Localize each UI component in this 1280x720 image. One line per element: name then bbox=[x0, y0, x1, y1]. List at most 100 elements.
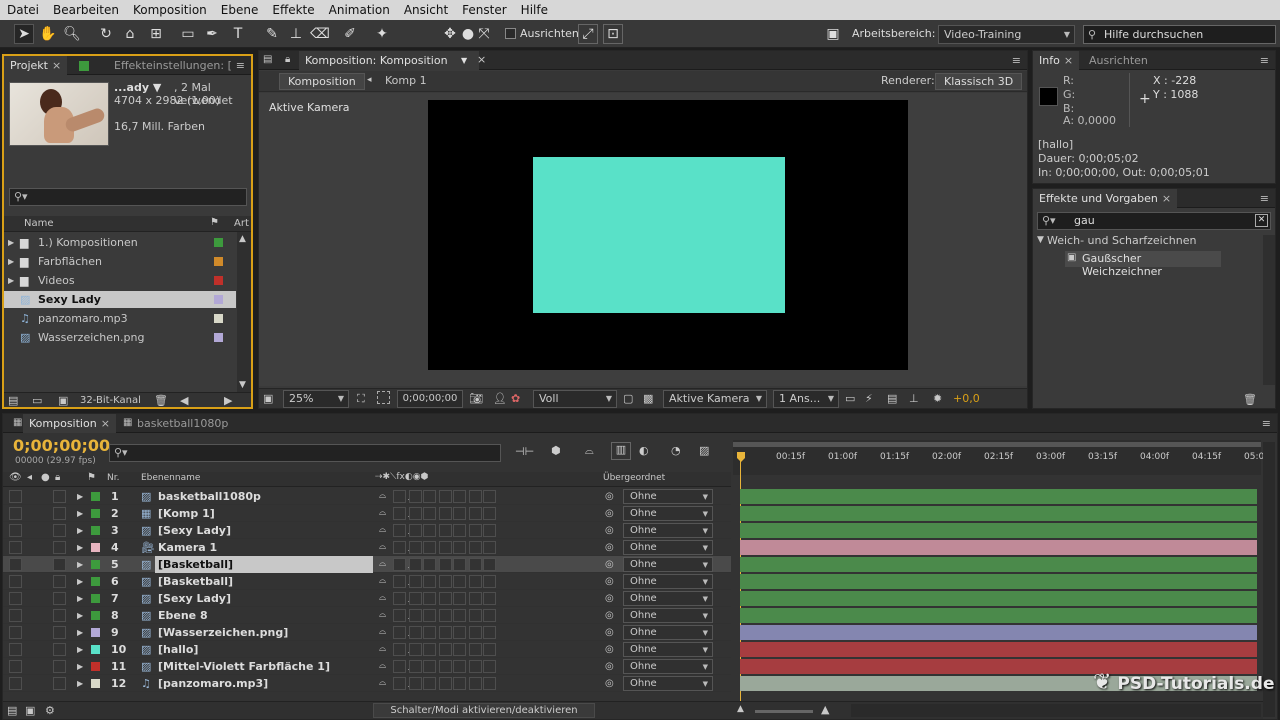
tab-info[interactable]: Info × bbox=[1033, 51, 1080, 70]
col-nr[interactable]: Nr. bbox=[107, 473, 119, 483]
align-checkbox[interactable] bbox=[505, 28, 516, 39]
lock-toggle[interactable] bbox=[53, 592, 66, 605]
layer-switch[interactable] bbox=[453, 660, 466, 673]
comp-nav-button[interactable]: Komposition bbox=[279, 73, 365, 90]
project-item[interactable]: ▶ ▆ Videos bbox=[4, 272, 236, 289]
layer-switch[interactable] bbox=[439, 524, 452, 537]
layer-duration-bar[interactable] bbox=[740, 523, 1257, 538]
lock-toggle[interactable] bbox=[53, 490, 66, 503]
layer-switch[interactable] bbox=[409, 660, 422, 673]
chevron-right-icon[interactable]: ▶ bbox=[224, 394, 232, 407]
layer-label-swatch[interactable] bbox=[91, 577, 100, 586]
snap-icon[interactable]: ⤢ bbox=[578, 24, 598, 44]
layer-name[interactable]: Ebene 8 bbox=[155, 607, 373, 624]
layer-switch[interactable] bbox=[423, 490, 436, 503]
layer-switch[interactable] bbox=[409, 524, 422, 537]
tab-align[interactable]: Ausrichten bbox=[1083, 51, 1154, 70]
timeline-timecode[interactable]: 0;00;00;00 bbox=[13, 436, 110, 455]
layer-duration-bar[interactable] bbox=[740, 642, 1257, 657]
layer-name[interactable]: [Sexy Lady] bbox=[155, 590, 373, 607]
puppet-tool-icon[interactable]: ✦ bbox=[372, 24, 392, 44]
parent-dropdown[interactable]: Ohne bbox=[623, 557, 713, 572]
layer-switch[interactable] bbox=[409, 490, 422, 503]
preview-icon[interactable]: ▣ bbox=[263, 392, 273, 405]
layer-switch[interactable] bbox=[483, 575, 496, 588]
layer-switch[interactable] bbox=[469, 609, 482, 622]
layer-switch[interactable] bbox=[423, 660, 436, 673]
layer-row[interactable]: ▶11▨[Mittel-Violett Farbfläche 1]⌓⟋◎Ohne bbox=[3, 658, 731, 675]
layer-switch[interactable] bbox=[469, 626, 482, 639]
toggle-pixel-aspect-icon[interactable]: ▭ bbox=[845, 392, 855, 405]
layer-switch[interactable] bbox=[439, 558, 452, 571]
layer-switch[interactable] bbox=[439, 626, 452, 639]
layer-switch[interactable] bbox=[423, 524, 436, 537]
layer-label-swatch[interactable] bbox=[91, 594, 100, 603]
local-axis-icon[interactable]: ✥ bbox=[440, 24, 460, 44]
eraser-tool-icon[interactable]: ⌫ bbox=[310, 24, 330, 44]
shy-switch-icon[interactable]: ⌓ bbox=[379, 590, 386, 607]
parent-dropdown[interactable]: Ohne bbox=[623, 523, 713, 538]
visibility-toggle[interactable] bbox=[9, 507, 22, 520]
pickwhip-icon[interactable]: ◎ bbox=[605, 607, 614, 624]
layer-switch[interactable] bbox=[409, 643, 422, 656]
layer-switch[interactable] bbox=[393, 609, 406, 622]
layer-label-swatch[interactable] bbox=[91, 611, 100, 620]
project-item[interactable]: ▶ ▆ 1.) Kompositionen bbox=[4, 234, 236, 251]
pickwhip-icon[interactable]: ◎ bbox=[605, 556, 614, 573]
layer-switch[interactable] bbox=[439, 507, 452, 520]
layer-row[interactable]: ▶12♫[panzomaro.mp3]⌓⟋◎Ohne bbox=[3, 675, 731, 692]
layer-switch[interactable] bbox=[483, 541, 496, 554]
expand-arrow-icon[interactable]: ▶ bbox=[8, 253, 14, 270]
pickwhip-icon[interactable]: ◎ bbox=[605, 624, 614, 641]
expand-layers-icon[interactable]: ▤ bbox=[7, 704, 17, 717]
col-type[interactable]: Art bbox=[234, 218, 249, 229]
layer-switch[interactable] bbox=[439, 677, 452, 690]
expand-arrow-icon[interactable]: ▶ bbox=[77, 641, 83, 658]
layer-switch[interactable] bbox=[393, 643, 406, 656]
layer-switch[interactable] bbox=[393, 677, 406, 690]
lock-toggle[interactable] bbox=[53, 507, 66, 520]
project-search-input[interactable]: ⚲▾ bbox=[9, 188, 247, 206]
tab-effects-presets[interactable]: Effekte und Vorgaben × bbox=[1033, 189, 1178, 208]
expand-arrow-icon[interactable]: ▶ bbox=[8, 272, 14, 289]
shy-layers-icon[interactable]: ⌓ bbox=[585, 444, 594, 458]
layer-switch[interactable] bbox=[393, 592, 406, 605]
motion-blur-icon[interactable]: ◐ bbox=[639, 444, 649, 457]
expand-arrow-icon[interactable]: ▶ bbox=[77, 539, 83, 556]
pickwhip-icon[interactable]: ◎ bbox=[605, 539, 614, 556]
layer-switch[interactable] bbox=[453, 524, 466, 537]
show-snapshot-icon[interactable]: 👤︎ bbox=[493, 392, 507, 405]
layer-switch[interactable] bbox=[469, 677, 482, 690]
solid-layer-preview[interactable] bbox=[533, 157, 785, 313]
trash-icon[interactable]: 🗑︎ bbox=[1243, 393, 1257, 406]
region-icon[interactable]: ▢ bbox=[623, 392, 633, 405]
close-icon[interactable]: × bbox=[477, 53, 486, 66]
shy-switch-icon[interactable]: ⌓ bbox=[379, 488, 386, 505]
region-of-interest-icon[interactable] bbox=[377, 391, 390, 404]
lock-toggle[interactable] bbox=[53, 660, 66, 673]
label-color-swatch[interactable] bbox=[214, 314, 223, 323]
visibility-toggle[interactable] bbox=[9, 490, 22, 503]
expand-arrow-icon[interactable]: ▶ bbox=[77, 607, 83, 624]
lock-toggle[interactable] bbox=[53, 541, 66, 554]
layer-switch[interactable] bbox=[393, 626, 406, 639]
visibility-toggle[interactable] bbox=[9, 541, 22, 554]
layer-switch[interactable] bbox=[393, 575, 406, 588]
menu-item-7[interactable]: Fenster bbox=[455, 3, 514, 17]
expand-arrow-icon[interactable]: ▶ bbox=[77, 573, 83, 590]
flowchart-icon[interactable]: ⊥ bbox=[909, 392, 919, 405]
expand-arrow-icon[interactable]: ▶ bbox=[77, 624, 83, 641]
layer-switch[interactable] bbox=[393, 558, 406, 571]
pickwhip-icon[interactable]: ◎ bbox=[605, 658, 614, 675]
expand-arrow-icon[interactable]: ▶ bbox=[77, 590, 83, 607]
layer-label-swatch[interactable] bbox=[91, 492, 100, 501]
layer-switch[interactable] bbox=[409, 592, 422, 605]
layer-switch[interactable] bbox=[483, 592, 496, 605]
layer-name[interactable]: [Basketball] bbox=[155, 573, 373, 590]
layer-duration-bar[interactable] bbox=[740, 574, 1257, 589]
layer-row[interactable]: ▶2▦[Komp 1]⌓⟋◎Ohne bbox=[3, 505, 731, 522]
layer-duration-bar[interactable] bbox=[740, 625, 1257, 640]
layer-switch[interactable] bbox=[409, 609, 422, 622]
effects-search-input[interactable]: ⚲▾ gau ✕ bbox=[1037, 212, 1271, 230]
expand-arrow-icon[interactable]: ▶ bbox=[77, 556, 83, 573]
